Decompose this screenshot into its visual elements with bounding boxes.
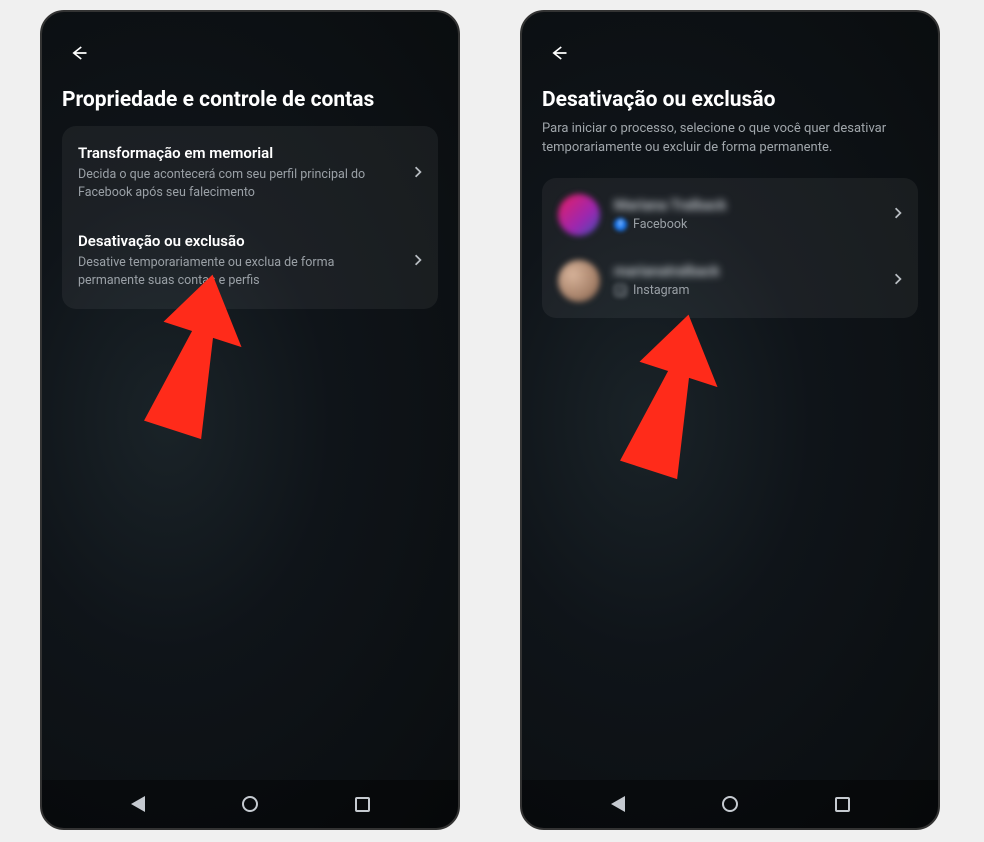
chevron-right-icon	[894, 205, 902, 224]
option-title: Transformação em memorial	[78, 144, 404, 162]
nav-back-button[interactable]	[126, 792, 150, 816]
nav-home-button[interactable]	[718, 792, 742, 816]
android-navbar	[42, 780, 458, 828]
option-text: Transformação em memorial Decida o que a…	[78, 144, 414, 202]
annotation-arrow	[602, 312, 732, 482]
option-memorial[interactable]: Transformação em memorial Decida o que a…	[62, 130, 438, 216]
page-title: Propriedade e controle de contas	[62, 88, 438, 112]
back-button[interactable]	[542, 36, 576, 70]
phone-left: Propriedade e controle de contas Transfo…	[40, 10, 460, 830]
screen-content-left: Propriedade e controle de contas Transfo…	[42, 12, 458, 780]
option-deactivate[interactable]: Desativação ou exclusão Desative tempora…	[62, 218, 438, 304]
facebook-icon: f	[614, 218, 627, 231]
nav-home-button[interactable]	[238, 792, 262, 816]
platform-label: Facebook	[633, 217, 687, 232]
back-arrow-icon	[550, 44, 568, 62]
account-platform: Instagram	[614, 283, 894, 298]
instagram-icon	[614, 284, 627, 297]
android-navbar	[522, 780, 938, 828]
account-name: marianatralback	[614, 263, 894, 280]
platform-label: Instagram	[633, 283, 689, 298]
screen-content-right: Desativação ou exclusão Para iniciar o p…	[522, 12, 938, 780]
page-description: Para iniciar o processo, selecione o que…	[542, 120, 918, 158]
chevron-right-icon	[894, 271, 902, 290]
option-desc: Desative temporariamente ou exclua de fo…	[78, 254, 404, 290]
avatar	[558, 194, 600, 236]
account-name: Mariana Tralback	[614, 197, 894, 214]
back-button[interactable]	[62, 36, 96, 70]
account-text: Mariana Tralback f Facebook	[614, 197, 894, 232]
option-text: Desativação ou exclusão Desative tempora…	[78, 232, 414, 290]
nav-back-button[interactable]	[606, 792, 630, 816]
chevron-right-icon	[414, 252, 422, 271]
chevron-right-icon	[414, 164, 422, 183]
page-title: Desativação ou exclusão	[542, 88, 918, 112]
back-arrow-icon	[70, 44, 88, 62]
avatar	[558, 260, 600, 302]
option-title: Desativação ou exclusão	[78, 232, 404, 250]
options-card: Transformação em memorial Decida o que a…	[62, 126, 438, 309]
option-desc: Decida o que acontecerá com seu perfil p…	[78, 166, 404, 202]
account-facebook[interactable]: Mariana Tralback f Facebook	[542, 182, 918, 248]
account-instagram[interactable]: marianatralback Instagram	[542, 248, 918, 314]
accounts-card: Mariana Tralback f Facebook marianatralb…	[542, 178, 918, 318]
account-text: marianatralback Instagram	[614, 263, 894, 298]
account-platform: f Facebook	[614, 217, 894, 232]
phone-right: Desativação ou exclusão Para iniciar o p…	[520, 10, 940, 830]
nav-recent-button[interactable]	[830, 792, 854, 816]
nav-recent-button[interactable]	[350, 792, 374, 816]
